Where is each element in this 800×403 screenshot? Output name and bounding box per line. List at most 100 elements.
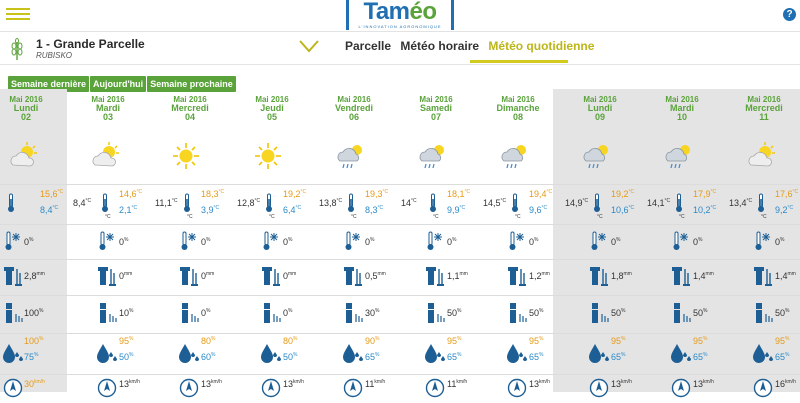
- humidity-min-unit: %: [703, 352, 708, 358]
- humidity-min-unit: %: [211, 352, 216, 358]
- day-column[interactable]: Mai 2016 Mardi 10 14,1°C 17,9°C 10,2°C °C 0% 1,4…: [641, 89, 723, 398]
- sun-value-value: 50: [693, 308, 704, 318]
- temp-min-value: 9,9: [447, 205, 460, 215]
- day-column[interactable]: Mai 2016 Lundi 09 14,9°C 19,2°C 10,6°C °C 0% 1,8…: [559, 89, 641, 398]
- wind-speed-value: 16: [775, 379, 786, 389]
- humidity-min: 65%: [775, 352, 789, 362]
- frost-value: 0%: [775, 237, 784, 247]
- sunshine-bar-icon: [589, 302, 609, 329]
- day-column[interactable]: Mai 2016 Lundi 02 15,6°C 8,4°C 0% 2,8mm 100% 100…: [0, 89, 67, 398]
- humidity-min-unit: %: [293, 352, 298, 358]
- help-icon[interactable]: ?: [783, 8, 796, 21]
- sunshine-bar-icon: [753, 302, 773, 329]
- day-column[interactable]: Mai 2016 Vendredi 06 13,8°C 19,3°C 8,3°C °C 0% 0…: [313, 89, 395, 398]
- wind-direction-icon: [753, 378, 773, 403]
- temp-previous: 14,9°C: [565, 198, 588, 208]
- sun-value-value: 50: [529, 308, 540, 318]
- frost-value-unit: %: [370, 237, 375, 243]
- day-column[interactable]: Mai 2016 Jeudi 05 12,8°C 19,2°C 6,4°C °C 0% 0mm 0…: [231, 89, 313, 398]
- sun-value-unit: %: [785, 308, 790, 314]
- day-num: 02: [20, 112, 31, 122]
- frost-value-unit: %: [206, 237, 211, 243]
- wind-direction-icon: [3, 378, 23, 403]
- chevron-down-icon[interactable]: [298, 39, 320, 53]
- temp-unit: °C: [105, 214, 111, 220]
- frost-value: 0%: [693, 237, 702, 247]
- humidity-max-value: 95: [611, 336, 622, 346]
- frost-value: 0%: [119, 237, 128, 247]
- menu-icon[interactable]: [6, 5, 30, 25]
- temp-min-unit: °C: [628, 205, 635, 211]
- rain-value-value: 1,8: [611, 271, 624, 281]
- temp-unit: °C: [269, 214, 275, 220]
- temp-max: 17,9°C: [693, 189, 716, 199]
- day-column[interactable]: Mai 2016 Mercredi 04 11,1°C 18,3°C 3,9°C °C 0% 0…: [149, 89, 231, 398]
- sun-value-unit: %: [375, 308, 380, 314]
- temp-min: 10,6°C: [611, 205, 634, 215]
- rain-gauge-icon: [507, 265, 527, 292]
- frost-value-unit: %: [780, 237, 785, 243]
- cloud-rain-icon: [313, 141, 395, 171]
- top-bar: Taméo L'INNOVATION AGRONOMIQUE ?: [0, 0, 800, 32]
- wind-speed: 16km/h: [775, 379, 796, 389]
- rain-value-unit: mm: [705, 271, 714, 277]
- rain-value-unit: mm: [36, 271, 45, 277]
- wind-speed-value: 13: [119, 379, 130, 389]
- temp-min: 3,9°C: [201, 205, 219, 215]
- rain-value: 0mm: [119, 271, 132, 281]
- cloud-rain-icon: [641, 141, 723, 171]
- humidity-min-value: 75: [24, 352, 35, 362]
- humidity-drops-icon: [177, 342, 201, 369]
- rain-gauge-icon: [261, 265, 281, 292]
- temp-max-unit: °C: [300, 189, 307, 195]
- humidity-min-unit: %: [539, 352, 544, 358]
- tab-meteo-horaire[interactable]: Météo horaire: [400, 39, 479, 53]
- temp-previous-unit: °C: [664, 198, 671, 204]
- wind-speed: 13km/h: [201, 379, 222, 389]
- humidity-max-unit: %: [621, 336, 626, 342]
- day-column[interactable]: Mai 2016 Mercredi 11 13,4°C 17,6°C 9,2°C °C 0% 1…: [723, 89, 800, 398]
- wind-speed: 13km/h: [119, 379, 140, 389]
- temp-max: 19,3°C: [365, 189, 388, 199]
- sun-value: 50%: [693, 308, 707, 318]
- frost-thermometer-icon: [591, 231, 607, 256]
- day-header: Mai 2016 Dimanche 08: [477, 95, 559, 122]
- sun-value: 10%: [119, 308, 133, 318]
- day-name: Lundi: [13, 103, 39, 113]
- parcelle-title[interactable]: 1 - Grande Parcelle: [36, 37, 145, 51]
- wind-direction-icon: [179, 378, 199, 403]
- frost-thermometer-icon: [181, 231, 197, 256]
- humidity-max-value: 95: [529, 336, 540, 346]
- day-column[interactable]: Mai 2016 Mardi 03 8,4°C 14,6°C 2,1°C °C 0% 0mm 10…: [67, 89, 149, 398]
- tab-meteo-quotidienne[interactable]: Météo quotidienne: [488, 39, 594, 53]
- sun-icon: [231, 141, 313, 171]
- humidity-max: 95%: [775, 336, 789, 346]
- sun-cloud-icon: [67, 141, 149, 171]
- temp-min-unit: °C: [52, 205, 59, 211]
- wind-speed-value: 13: [693, 379, 704, 389]
- rain-value-unit: mm: [124, 271, 133, 277]
- rain-gauge-icon: [343, 265, 363, 292]
- sunshine-bar-icon: [671, 302, 691, 329]
- rain-value-value: 2,8: [24, 271, 37, 281]
- day-num: 06: [348, 112, 359, 122]
- temp-min-value: 2,1: [119, 205, 132, 215]
- tab-parcelle[interactable]: Parcelle: [345, 39, 391, 53]
- day-num: 05: [266, 112, 277, 122]
- humidity-min-unit: %: [621, 352, 626, 358]
- temp-min: 8,4°C: [40, 205, 58, 215]
- day-column[interactable]: Mai 2016 Samedi 07 14°C 18,1°C 9,9°C °C 0% 1,1mm…: [395, 89, 477, 398]
- temp-previous-unit: °C: [336, 198, 343, 204]
- wind-speed-value: 13: [201, 379, 212, 389]
- temp-max-value: 19,2: [611, 189, 629, 199]
- day-column[interactable]: Mai 2016 Dimanche 08 14,5°C 19,4°C 9,6°C °C 0% 1…: [477, 89, 559, 398]
- temp-max: 19,2°C: [283, 189, 306, 199]
- humidity-min-value: 65: [693, 352, 704, 362]
- wind-direction-icon: [343, 378, 363, 403]
- sun-value-unit: %: [703, 308, 708, 314]
- temp-previous-unit: °C: [500, 198, 507, 204]
- temp-previous-unit: °C: [171, 198, 178, 204]
- tameo-logo: Taméo L'INNOVATION AGRONOMIQUE: [346, 0, 454, 30]
- frost-thermometer-icon: [263, 231, 279, 256]
- day-header: Mai 2016 Lundi 09: [559, 95, 641, 122]
